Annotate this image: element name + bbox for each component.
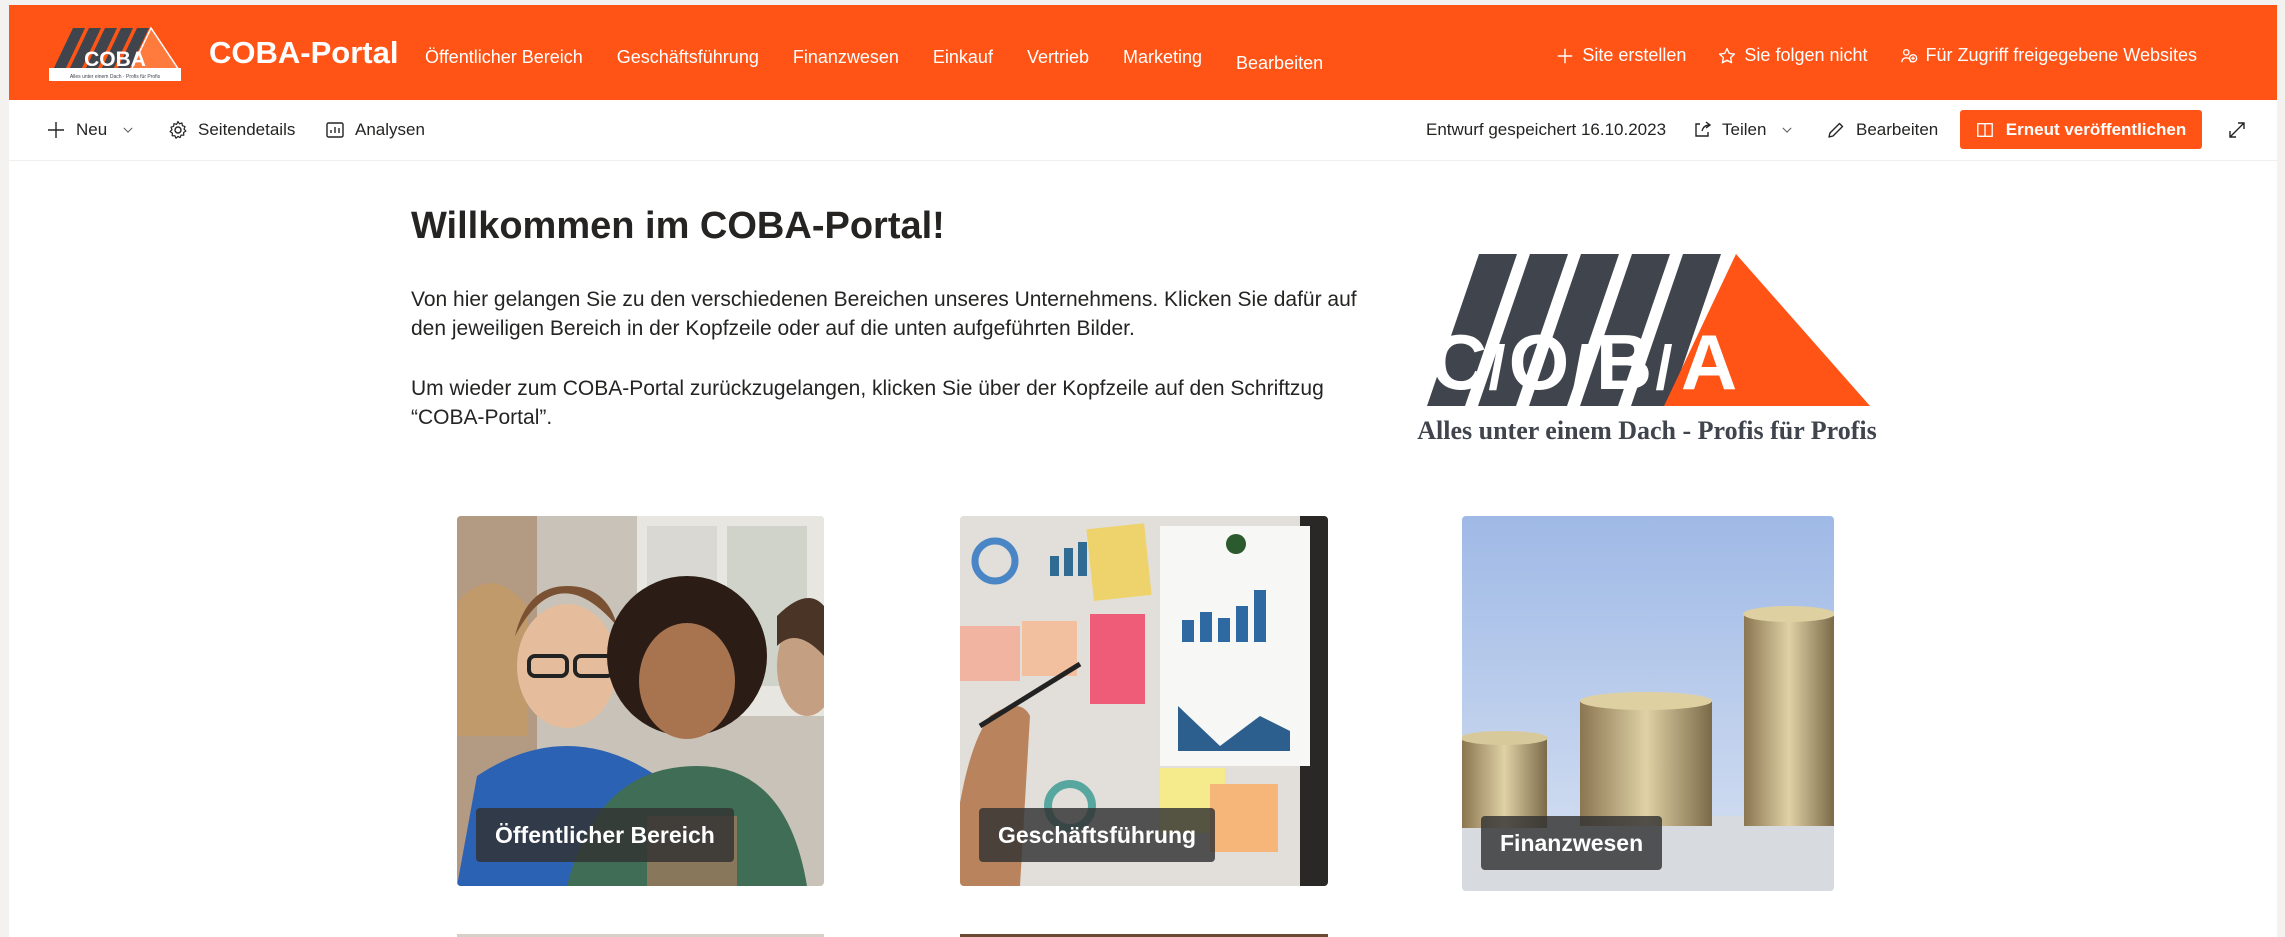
svg-text:C: C: [1431, 318, 1487, 406]
tile-label: Finanzwesen: [1481, 816, 1663, 870]
share-icon: [1695, 121, 1712, 137]
pencil-icon: [1828, 122, 1844, 138]
shared-sites-button[interactable]: Für Zugriff freigegebene Websites: [1900, 45, 2197, 66]
site-title-link[interactable]: COBA-Portal: [209, 35, 398, 71]
follow-label: Sie folgen nicht: [1744, 45, 1868, 65]
page-details-button[interactable]: Seitendetails: [168, 100, 295, 160]
site-header: COBA Alles unter einem Dach · Profis für…: [9, 5, 2277, 100]
plus-icon: [1558, 48, 1573, 63]
nav-item-vertrieb[interactable]: Vertrieb: [1027, 47, 1089, 77]
nav-item-oeffentlicher-bereich[interactable]: Öffentlicher Bereich: [425, 47, 583, 77]
svg-text:/: /: [1488, 334, 1505, 403]
new-button[interactable]: Neu: [46, 100, 135, 160]
expand-button[interactable]: [2227, 100, 2247, 160]
window-frame-left: [0, 0, 9, 937]
republish-button[interactable]: Erneut veröffentlichen: [1960, 110, 2202, 149]
nav-item-einkauf[interactable]: Einkauf: [933, 47, 993, 77]
chevron-down-icon: [123, 127, 133, 133]
tile-label: Öffentlicher Bereich: [476, 808, 734, 862]
svg-text:/: /: [1655, 334, 1672, 403]
tile-label: Geschäftsführung: [979, 808, 1216, 862]
people-icon: [1900, 48, 1917, 63]
republish-label: Erneut veröffentlichen: [2005, 119, 2187, 139]
logo-tagline: Alles unter einem Dach - Profis für Prof…: [1417, 416, 1877, 445]
command-bar: Neu Seitendetails Analysen Entwurf gespe…: [9, 100, 2277, 161]
svg-text:COBA: COBA: [84, 48, 146, 71]
create-site-label: Site erstellen: [1582, 45, 1687, 65]
intro-paragraph: Von hier gelangen Sie zu den verschieden…: [411, 288, 1357, 340]
nav-item-marketing[interactable]: Marketing: [1123, 47, 1202, 77]
tile-oeffentlicher-bereich[interactable]: Öffentlicher Bereich: [457, 516, 824, 886]
page-title: Willkommen im COBA-Portal!: [411, 205, 945, 247]
nav-item-finanzwesen[interactable]: Finanzwesen: [793, 47, 899, 77]
return-paragraph: Um wieder zum COBA-Portal zurückzugelang…: [411, 377, 1324, 429]
edit-button[interactable]: Bearbeiten: [1826, 100, 1938, 160]
window-frame-right: [2277, 0, 2285, 937]
share-button[interactable]: Teilen: [1692, 100, 1794, 160]
create-site-button[interactable]: Site erstellen: [1556, 45, 1686, 66]
shared-sites-label: Für Zugriff freigegebene Websites: [1925, 45, 2197, 65]
header-actions: Site erstellen Sie folgen nicht Für Zugr…: [1556, 45, 2197, 66]
plus-icon: [48, 122, 64, 138]
gear-icon: [169, 120, 187, 139]
nav-item-geschaeftsfuehrung[interactable]: Geschäftsführung: [617, 47, 759, 77]
svg-text:/: /: [1572, 334, 1589, 403]
new-label: Neu: [76, 120, 108, 139]
expand-icon: [2229, 122, 2245, 138]
star-icon: [1719, 47, 1736, 63]
page-details-label: Seitendetails: [198, 120, 296, 139]
follow-button[interactable]: Sie folgen nicht: [1718, 45, 1868, 66]
tile-geschaeftsfuehrung[interactable]: Geschäftsführung: [960, 516, 1328, 886]
analytics-label: Analysen: [355, 120, 425, 139]
draft-status: Entwurf gespeichert 16.10.2023: [1426, 120, 1667, 139]
chevron-down-icon: [1782, 127, 1792, 133]
edit-label: Bearbeiten: [1856, 120, 1939, 139]
svg-text:B: B: [1596, 318, 1652, 406]
svg-text:A: A: [1681, 318, 1737, 406]
analytics-button[interactable]: Analysen: [325, 100, 425, 160]
analytics-icon: [326, 122, 344, 138]
coba-logo: C / O / B / A Alles unter einem Dach - P…: [1417, 254, 1877, 445]
tile-finanzwesen[interactable]: Finanzwesen: [1462, 516, 1834, 891]
coba-logo-small[interactable]: COBA Alles unter einem Dach · Profis für…: [39, 18, 189, 86]
hub-navigation: Öffentlicher Bereich Geschäftsführung Fi…: [425, 47, 1323, 77]
book-icon: [1976, 122, 1993, 137]
svg-text:Alles unter einem Dach · Profi: Alles unter einem Dach · Profis für Prof…: [70, 74, 161, 80]
svg-text:O: O: [1509, 318, 1570, 406]
share-label: Teilen: [1722, 120, 1767, 139]
nav-edit-link[interactable]: Bearbeiten: [1236, 53, 1323, 83]
